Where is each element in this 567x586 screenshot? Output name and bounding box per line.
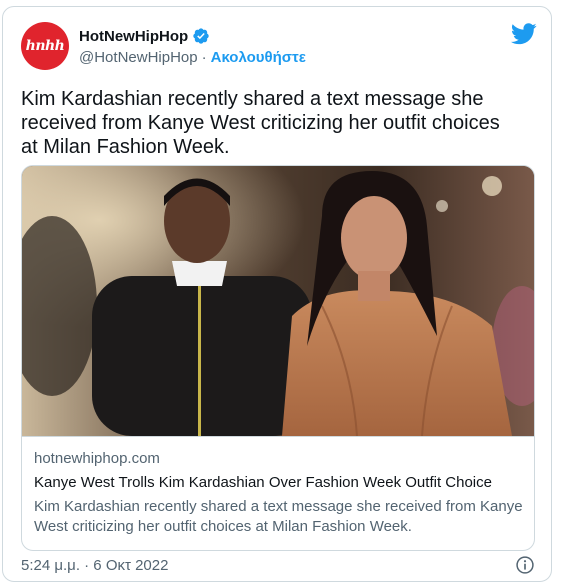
avatar-logo-text: hnhh	[25, 38, 65, 54]
handle[interactable]: @HotNewHipHop	[79, 49, 198, 66]
verified-badge-icon	[193, 28, 209, 44]
card-description: Kim Kardashian recently shared a text me…	[34, 498, 523, 535]
tweet-embed: hnhh HotNewHipHop @HotNewHipHop · Ακολου…	[2, 6, 552, 582]
display-name[interactable]: HotNewHipHop	[79, 28, 188, 45]
card-image[interactable]	[22, 166, 535, 436]
tweet-footer: 5:24 μ.μ. · 6 Οκτ 2022	[21, 555, 535, 575]
timestamp[interactable]: 5:24 μ.μ. · 6 Οκτ 2022	[21, 557, 168, 574]
follow-link[interactable]: Ακολουθήστε	[211, 49, 306, 66]
card-domain: hotnewhiphop.com	[34, 450, 160, 467]
author-name-row: HotNewHipHop	[79, 27, 210, 45]
twitter-bird-icon[interactable]	[511, 23, 537, 45]
card-title[interactable]: Kanye West Trolls Kim Kardashian Over Fa…	[34, 473, 524, 493]
info-icon[interactable]	[515, 555, 535, 575]
separator-dot: ·	[201, 49, 207, 66]
avatar[interactable]: hnhh	[21, 22, 69, 70]
tweet-text: Kim Kardashian recently shared a text me…	[21, 88, 500, 158]
link-card[interactable]: hotnewhiphop.com Kanye West Trolls Kim K…	[21, 165, 535, 551]
handle-row: @HotNewHipHop · Ακολουθήστε	[79, 49, 306, 66]
card-body: hotnewhiphop.com Kanye West Trolls Kim K…	[22, 436, 534, 550]
